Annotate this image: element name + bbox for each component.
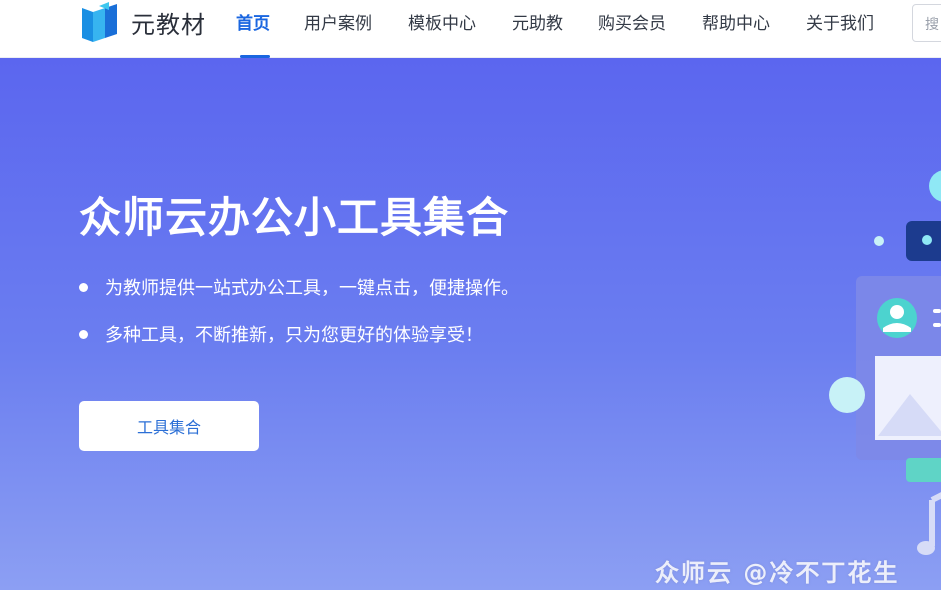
logo[interactable]: 元教材 <box>79 2 206 42</box>
bullet-dot <box>79 329 88 339</box>
hero-banner: 众师云办公小工具集合 为教师提供一站式办公工具，一键点击，便捷操作。 多种工具，… <box>0 58 941 590</box>
tool-collection-button[interactable]: 工具集合 <box>79 401 259 451</box>
nav-user-cases[interactable]: 用户案例 <box>304 12 372 36</box>
top-navbar: 元教材 首页 用户案例 模板中心 元助教 购买会员 帮助中心 关于我们 搜 <box>0 0 941 58</box>
nav-home[interactable]: 首页 <box>236 12 270 36</box>
bullet-text: 多种工具，不断推新，只为您更好的体验享受！ <box>105 325 483 346</box>
watermark: 众师云 @冷不丁花生 <box>655 559 900 587</box>
bullet-text: 为教师提供一站式办公工具，一键点击，便捷操作。 <box>105 278 519 299</box>
nav-template-center[interactable]: 模板中心 <box>408 12 476 36</box>
nav-help-center[interactable]: 帮助中心 <box>702 12 770 36</box>
book-logo-icon <box>82 2 117 42</box>
hero-bullet: 多种工具，不断推新，只为您更好的体验享受！ <box>79 321 483 347</box>
search-input[interactable]: 搜 <box>912 4 941 42</box>
hero-title: 众师云办公小工具集合 <box>79 193 510 242</box>
profile-card-illustration <box>829 170 941 555</box>
nav-about-us[interactable]: 关于我们 <box>806 12 874 36</box>
nav-assistant[interactable]: 元助教 <box>512 12 563 36</box>
hero-bullet: 为教师提供一站式办公工具，一键点击，便捷操作。 <box>79 274 519 300</box>
nav-buy-membership[interactable]: 购买会员 <box>598 12 666 36</box>
bullet-dot <box>79 282 88 292</box>
logo-text: 元教材 <box>131 10 206 39</box>
